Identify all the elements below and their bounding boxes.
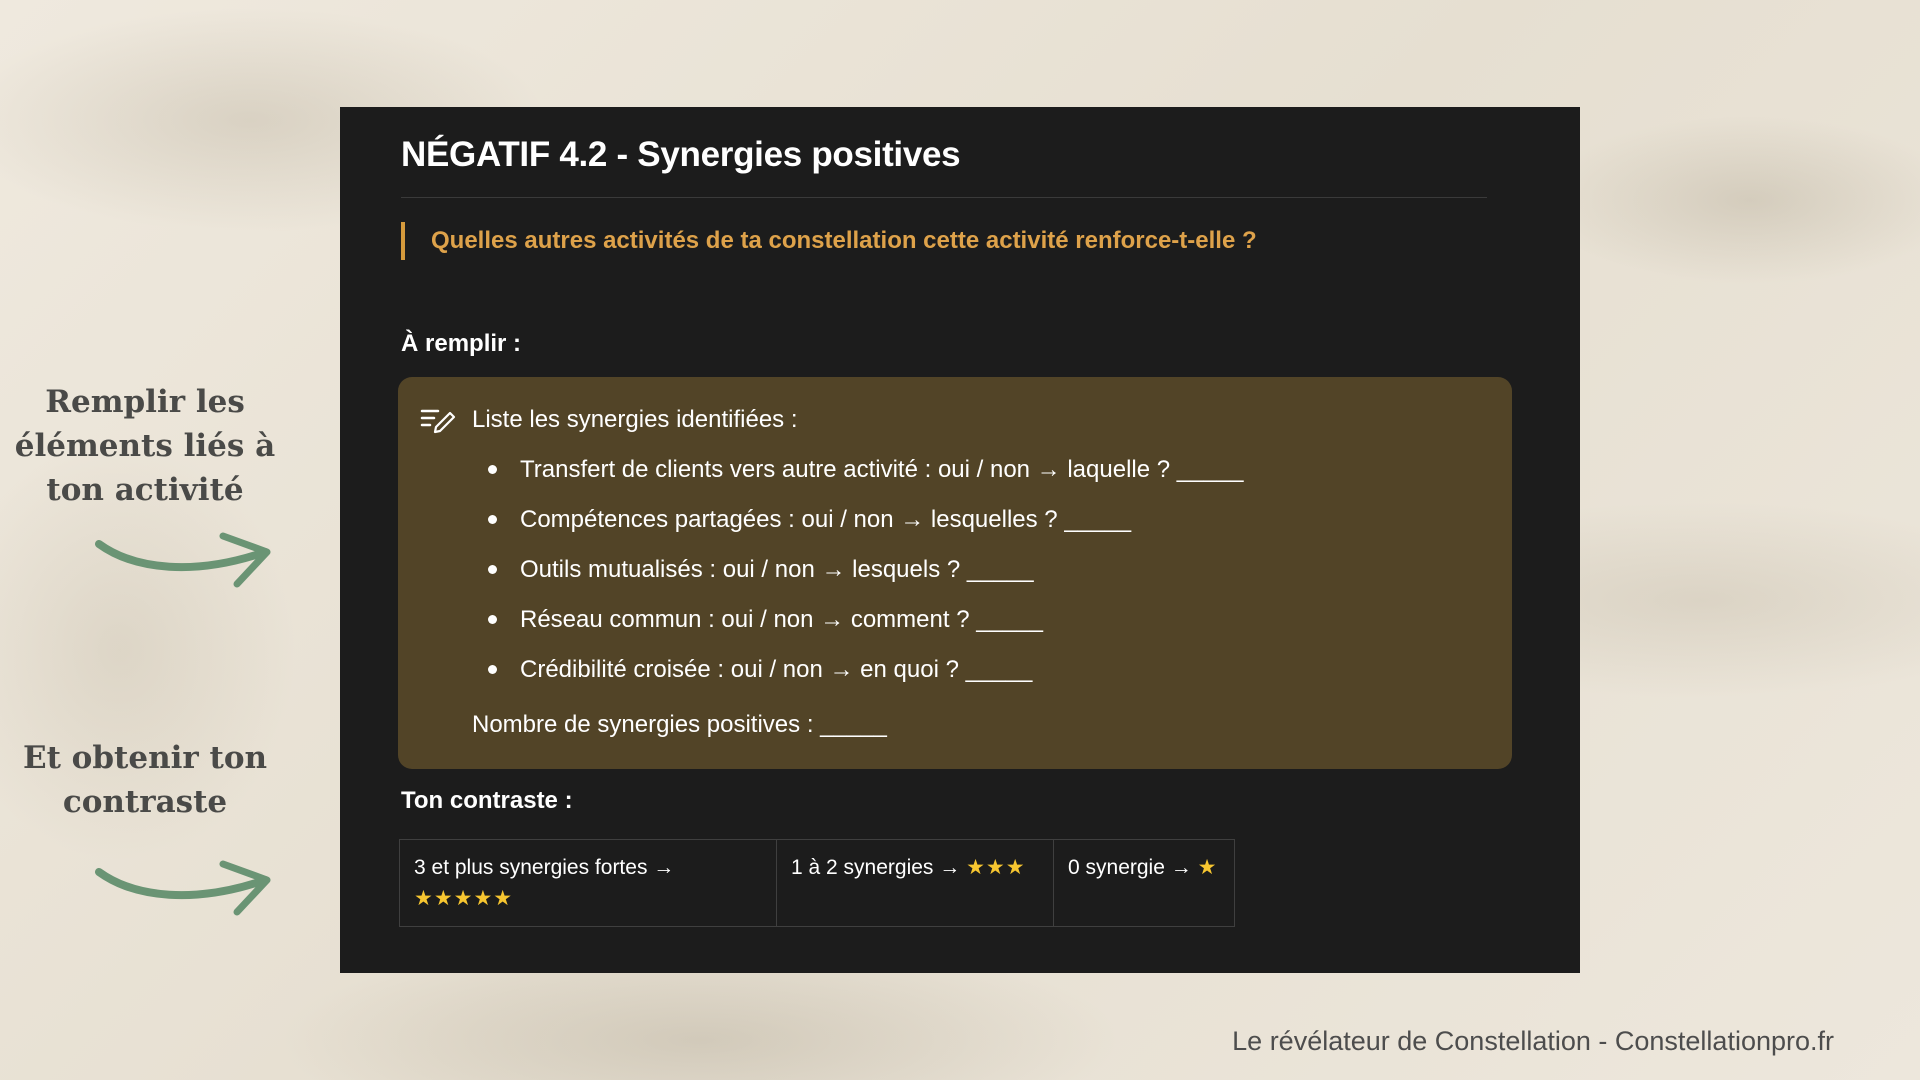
fill-label: À remplir : — [401, 330, 522, 357]
contrast-cell-text: 0 synergie → — [1068, 856, 1192, 879]
list-header-text: Liste les synergies identifiées : — [472, 406, 798, 433]
contrast-cell-high: 3 et plus synergies fortes → ★★★★★ — [399, 839, 777, 927]
fill-hint-note: Remplir les éléments liés à ton activité — [0, 380, 290, 512]
star-rating: ★★★★★ — [414, 887, 514, 910]
contrast-cell-text: 1 à 2 synergies → — [791, 856, 961, 879]
table-row: 3 et plus synergies fortes → ★★★★★ 1 à 2… — [399, 839, 1235, 927]
title-divider — [401, 197, 1487, 198]
list-item: Compétences partagées : oui / non → lesq… — [488, 505, 1244, 555]
result-hint-line: Et obtenir ton — [22, 740, 268, 776]
question-text: Quelles autres activités de ta constella… — [431, 227, 1257, 254]
list-item: Transfert de clients vers autre activité… — [488, 455, 1244, 505]
fill-box: Liste les synergies identifiées : Transf… — [398, 377, 1512, 769]
star-rating: ★★★ — [966, 856, 1026, 879]
edit-list-icon — [420, 409, 456, 434]
fill-hint-line: éléments liés à — [14, 428, 276, 464]
curved-arrow-icon — [95, 860, 271, 916]
contrast-label: Ton contraste : — [401, 787, 573, 814]
contrast-cell-medium: 1 à 2 synergies → ★★★ — [776, 839, 1054, 927]
list-item: Crédibilité croisée : oui / non → en quo… — [488, 655, 1244, 705]
page-title: NÉGATIF 4.2 - Synergies positives — [401, 135, 961, 174]
list-item: Outils mutualisés : oui / non → lesquels… — [488, 555, 1244, 605]
synergy-count-line: Nombre de synergies positives : _____ — [472, 711, 887, 738]
list-header: Liste les synergies identifiées : — [420, 405, 798, 435]
fill-hint-line: Remplir les — [45, 384, 245, 420]
question-callout: Quelles autres activités de ta constella… — [401, 222, 1257, 260]
contrast-cell-text: 3 et plus synergies fortes → — [414, 856, 675, 879]
synergy-list: Transfert de clients vers autre activité… — [488, 455, 1244, 705]
result-hint-note: Et obtenir ton contraste — [0, 736, 290, 824]
worksheet-panel: NÉGATIF 4.2 - Synergies positives Quelle… — [340, 107, 1580, 973]
result-hint-line: contraste — [62, 784, 228, 820]
footer-credit: Le révélateur de Constellation - Constel… — [1232, 1026, 1834, 1056]
fill-hint-line: ton activité — [46, 472, 244, 508]
list-item: Réseau commun : oui / non → comment ? __… — [488, 605, 1244, 655]
contrast-table: 3 et plus synergies fortes → ★★★★★ 1 à 2… — [399, 839, 1235, 927]
star-rating: ★ — [1197, 856, 1218, 879]
curved-arrow-icon — [95, 532, 271, 588]
contrast-cell-low: 0 synergie → ★ — [1053, 839, 1235, 927]
